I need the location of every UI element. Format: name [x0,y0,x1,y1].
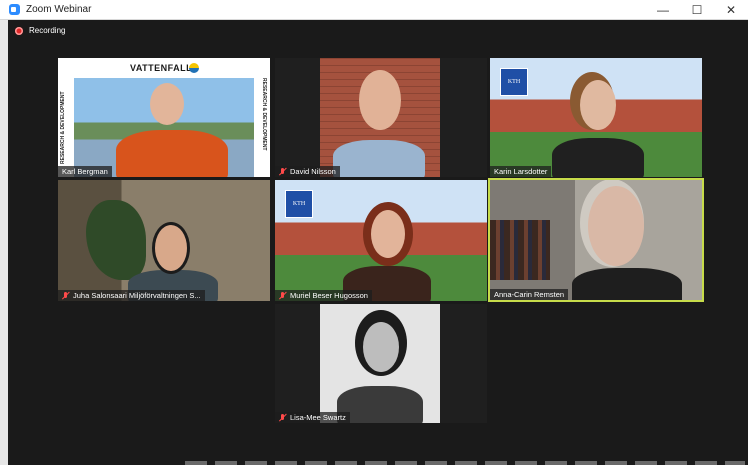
video-tile-juha-salonsaari[interactable]: Juha Salonsaari Miljöförvaltningen S... [58,180,270,301]
bookshelf-background [490,220,550,280]
participant-name-label: Lisa-Mee Swartz [275,412,350,423]
video-tile-lisa-mee-swartz[interactable]: Lisa-Mee Swartz [275,304,487,423]
participant-body [116,130,228,177]
vattenfall-logo-icon [189,63,199,73]
maximize-button[interactable]: ☐ [680,0,714,20]
video-tile-karl-bergman[interactable]: VATTENFALL RESEARCH & DEVELOPMENT RESEAR… [58,58,270,177]
rd-side-text-right: RESEARCH & DEVELOPMENT [261,78,267,151]
kth-logo: KTH [285,190,313,218]
title-bar: Zoom Webinar — ☐ ✕ [0,0,748,20]
video-tile-anna-carin-remsten[interactable]: Anna-Carin Remsten [488,178,704,302]
vattenfall-logo-text: VATTENFALL [130,63,193,73]
video-tile-david-nilsson[interactable]: David Nilsson [275,58,487,177]
participant-head [152,222,190,274]
mic-muted-icon [62,291,69,300]
participant-body [552,138,644,177]
participant-head [359,70,401,130]
participant-body [572,268,682,300]
participant-head [371,210,405,258]
taskbar-edge [185,461,745,465]
participant-name-label: Muriel Beser Hugosson [275,290,372,301]
background-window-strip [0,20,8,465]
participant-head [363,322,399,372]
video-tile-muriel-beser-hugosson[interactable]: KTH Muriel Beser Hugosson [275,180,487,301]
close-button[interactable]: ✕ [714,0,748,20]
window-title: Zoom Webinar [26,4,92,15]
participant-head [150,83,184,125]
participant-name-label: David Nilsson [275,166,340,177]
participant-name-label: Karin Larsdotter [490,166,552,177]
recording-icon [15,26,23,35]
zoom-app-icon [9,4,20,15]
video-tile-karin-larsdotter[interactable]: KTH Karin Larsdotter [490,58,702,177]
participant-head [580,80,616,130]
participant-name-label: Juha Salonsaari Miljöförvaltningen S... [58,290,205,301]
window-controls: — ☐ ✕ [646,0,748,20]
mic-muted-icon [279,413,286,422]
recording-label: Recording [29,26,66,35]
mic-muted-icon [279,167,286,176]
participant-name-label: Anna-Carin Remsten [490,289,569,300]
participant-body [337,386,423,423]
minimize-button[interactable]: — [646,0,680,20]
participant-body [333,140,425,177]
participant-head [588,186,644,266]
recording-indicator[interactable]: Recording [15,26,65,35]
kth-logo: KTH [500,68,528,96]
mic-muted-icon [279,291,286,300]
webinar-gallery: Recording VATTENFALL RESEARCH & DEVELOPM… [8,20,748,465]
rd-side-text-left: RESEARCH & DEVELOPMENT [60,91,66,164]
plant-background [86,200,146,280]
participant-name-label: Karl Bergman [58,166,112,177]
